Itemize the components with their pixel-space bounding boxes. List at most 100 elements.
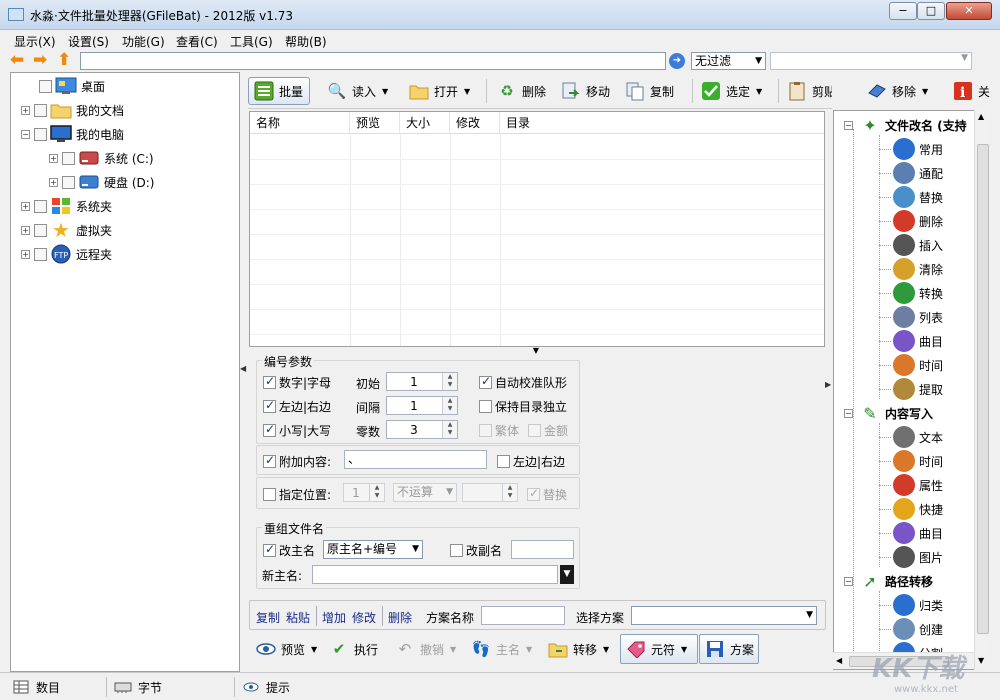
expand-icon[interactable]: + bbox=[21, 225, 30, 235]
scheme-edit-button[interactable]: 修改 bbox=[352, 609, 376, 626]
tree-item-desktop[interactable]: 桌面 bbox=[39, 75, 105, 97]
new-name-dropdown-icon[interactable]: ▼ bbox=[560, 565, 574, 584]
back-arrow-icon[interactable]: ⬅ bbox=[10, 52, 24, 69]
column-name[interactable]: 名称 bbox=[250, 112, 350, 134]
function-item[interactable]: 属性 bbox=[879, 473, 943, 497]
delete-button[interactable]: ♻ 删除 bbox=[496, 77, 546, 105]
tree-item-system-folder[interactable]: + 系统夹 bbox=[21, 195, 112, 217]
function-item[interactable]: 文本 bbox=[879, 425, 943, 449]
chevron-down-icon[interactable]: ▼ bbox=[450, 645, 456, 654]
chevron-down-icon[interactable]: ▼ bbox=[526, 645, 532, 654]
close-button[interactable]: ✕ bbox=[946, 2, 992, 20]
history-combo[interactable]: ▼ bbox=[770, 52, 972, 70]
main-name-mode-select[interactable]: 原主名+编号 ▼ bbox=[323, 540, 423, 559]
tree-checkbox[interactable] bbox=[34, 223, 47, 237]
right-splitter[interactable]: ▶ bbox=[824, 110, 832, 670]
append-checkbox[interactable]: 附加内容: bbox=[263, 453, 331, 470]
collapse-icon[interactable]: − bbox=[844, 120, 853, 130]
column-preview[interactable]: 预览 bbox=[350, 112, 400, 134]
function-item[interactable]: 曲目 bbox=[879, 329, 943, 353]
list-splitter-icon[interactable]: ▼ bbox=[512, 346, 560, 355]
up-arrow-icon[interactable]: ⬆ bbox=[57, 52, 71, 69]
scroll-up-icon[interactable]: ▲ bbox=[978, 112, 984, 121]
load-button[interactable]: 🔍 读入 ▼ bbox=[326, 77, 389, 105]
lower-upper-checkbox[interactable]: 小写|大写 bbox=[263, 422, 331, 439]
function-item[interactable]: 快捷 bbox=[879, 497, 943, 521]
expand-icon[interactable]: + bbox=[49, 177, 58, 187]
zeros-stepper[interactable]: 3 ▲ ▼ bbox=[386, 420, 458, 439]
column-modified[interactable]: 修改 bbox=[450, 112, 500, 134]
open-button[interactable]: 打开 ▼ bbox=[408, 77, 470, 105]
append-left-right-checkbox[interactable]: 左边|右边 bbox=[497, 453, 565, 470]
collapse-icon[interactable]: − bbox=[21, 129, 30, 139]
tree-checkbox[interactable] bbox=[39, 79, 52, 93]
function-group[interactable]: − ✦ 文件改名 (支持 bbox=[844, 113, 967, 137]
function-item[interactable]: 替换 bbox=[879, 185, 943, 209]
digits-letters-checkbox[interactable]: 数字|字母 bbox=[263, 374, 331, 391]
ext-name-input[interactable] bbox=[511, 540, 574, 559]
step-stepper[interactable]: 1 ▲ ▼ bbox=[386, 396, 458, 415]
main-name-button[interactable]: 👣 主名 ▼ bbox=[470, 634, 533, 664]
tree-checkbox[interactable] bbox=[62, 175, 75, 189]
collapse-icon[interactable]: − bbox=[844, 408, 853, 418]
position-stepper[interactable]: 1 ▲ ▼ bbox=[343, 483, 385, 502]
function-group[interactable]: − ➚ 路径转移 bbox=[844, 569, 933, 593]
function-item[interactable]: 常用 bbox=[879, 137, 943, 161]
position-value-stepper[interactable]: ▲ ▼ bbox=[462, 483, 518, 502]
chevron-down-icon[interactable]: ▼ bbox=[382, 87, 388, 96]
expand-icon[interactable]: + bbox=[21, 105, 30, 115]
expand-icon[interactable]: + bbox=[49, 153, 58, 163]
menu-help[interactable]: 帮助(B) bbox=[285, 33, 327, 50]
chevron-down-icon[interactable]: ▼ bbox=[922, 87, 928, 96]
function-item[interactable]: 曲目 bbox=[879, 521, 943, 545]
operation-select[interactable]: 不运算 ▼ bbox=[393, 483, 457, 502]
function-item[interactable]: 创建 bbox=[879, 617, 943, 641]
execute-button[interactable]: ✔ 执行 bbox=[328, 634, 378, 664]
main-name-checkbox[interactable]: 改主名 bbox=[263, 542, 315, 559]
scheme-copy-button[interactable]: 复制 bbox=[256, 609, 280, 626]
function-item[interactable]: 图片 bbox=[879, 545, 943, 569]
path-input[interactable] bbox=[80, 52, 666, 70]
function-item[interactable]: 时间 bbox=[879, 449, 943, 473]
expand-icon[interactable]: + bbox=[21, 249, 30, 259]
left-splitter[interactable]: ◀ bbox=[240, 72, 248, 672]
column-size[interactable]: 大小 bbox=[400, 112, 450, 134]
function-item[interactable]: 通配 bbox=[879, 161, 943, 185]
traditional-checkbox[interactable]: 繁体 bbox=[479, 422, 519, 439]
preview-button[interactable]: 预览 ▼ bbox=[255, 634, 317, 664]
file-list[interactable]: 名称 预览 大小 修改 目录 bbox=[249, 111, 825, 347]
chevron-down-icon[interactable]: ▼ bbox=[311, 645, 317, 654]
new-name-input[interactable] bbox=[312, 565, 558, 584]
expand-icon[interactable]: + bbox=[21, 201, 30, 211]
tree-checkbox[interactable] bbox=[62, 151, 75, 165]
function-item[interactable]: 提取 bbox=[879, 377, 943, 401]
tree-checkbox[interactable] bbox=[34, 199, 47, 213]
tree-item-drive-d[interactable]: + 硬盘 (D:) bbox=[49, 171, 154, 193]
go-icon[interactable]: ➜ bbox=[669, 53, 685, 69]
tree-item-virtual-folder[interactable]: + ★ 虚拟夹 bbox=[21, 218, 112, 242]
function-item[interactable]: 删除 bbox=[879, 209, 943, 233]
meta-symbol-button[interactable]: 元符 ▼ bbox=[620, 634, 698, 664]
chevron-down-icon[interactable]: ▼ bbox=[681, 645, 687, 654]
minimize-button[interactable]: − bbox=[889, 2, 917, 20]
about-button[interactable]: i 关 bbox=[952, 77, 990, 105]
start-stepper[interactable]: 1 ▲ ▼ bbox=[386, 372, 458, 391]
chevron-down-icon[interactable]: ▼ bbox=[464, 87, 470, 96]
tree-item-drive-c[interactable]: + 系统 (C:) bbox=[49, 147, 154, 169]
keep-dir-checkbox[interactable]: 保持目录独立 bbox=[479, 398, 567, 415]
function-item[interactable]: 归类 bbox=[879, 593, 943, 617]
select-button[interactable]: 选定 ▼ bbox=[700, 77, 762, 105]
scheme-paste-button[interactable]: 粘贴 bbox=[286, 609, 310, 626]
function-item[interactable]: 清除 bbox=[879, 257, 943, 281]
tree-checkbox[interactable] bbox=[34, 247, 47, 261]
auto-align-checkbox[interactable]: 自动校准队形 bbox=[479, 374, 567, 391]
tree-checkbox[interactable] bbox=[34, 127, 47, 141]
move-button[interactable]: 移动 bbox=[560, 77, 610, 105]
scheme-select[interactable]: ▼ bbox=[631, 606, 817, 625]
undo-button[interactable]: ↶ 撤销 ▼ bbox=[394, 634, 456, 664]
clipboard-button[interactable]: 剪贴 ▼ bbox=[786, 77, 832, 105]
maximize-button[interactable]: □ bbox=[917, 2, 945, 20]
transfer-button[interactable]: 转移 ▼ bbox=[547, 634, 609, 664]
left-right-checkbox[interactable]: 左边|右边 bbox=[263, 398, 331, 415]
menu-settings[interactable]: 设置(S) bbox=[68, 33, 109, 50]
